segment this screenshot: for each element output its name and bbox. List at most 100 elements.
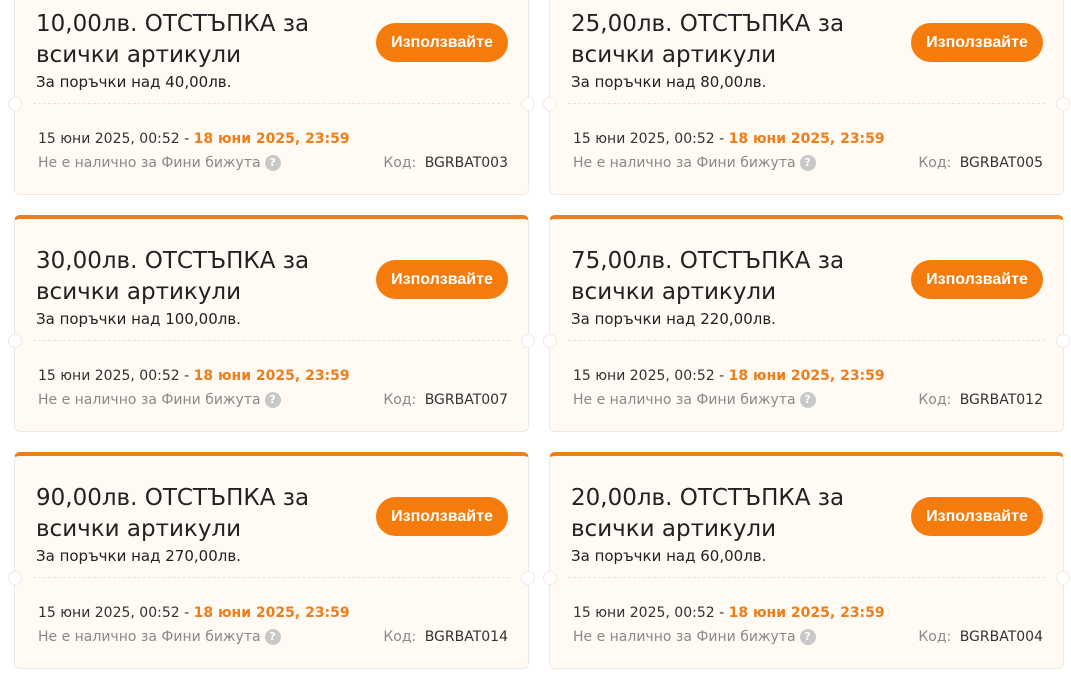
date-end: 18 юни 2025, 23:59: [193, 605, 350, 621]
use-coupon-button[interactable]: Използвайте: [376, 260, 508, 299]
use-coupon-button[interactable]: Използвайте: [911, 260, 1043, 299]
coupon-header: 75,00лв. ОТСТЪПКА за всички артикули За …: [571, 246, 891, 329]
restriction-text: Не е налично за Фини бижута: [38, 155, 261, 171]
coupon-condition: За поръчки над 100,00лв.: [36, 310, 241, 328]
dashed-divider: [33, 103, 510, 104]
code-value: BGRBAT004: [959, 629, 1043, 645]
coupon-title: 10,00лв. ОТСТЪПКА за всички артикули: [36, 11, 310, 68]
coupon-title: 20,00лв. ОТСТЪПКА за всички артикули: [571, 485, 845, 542]
use-coupon-button[interactable]: Използвайте: [911, 23, 1043, 62]
restriction-note: Не е налично за Фини бижута ?: [38, 628, 281, 646]
validity-period: 15 юни 2025, 00:52 - 18 юни 2025, 23:59: [38, 367, 350, 385]
question-mark-icon[interactable]: ?: [264, 629, 281, 645]
date-start: 15 юни 2025, 00:52 -: [38, 605, 190, 621]
use-coupon-button[interactable]: Използвайте: [911, 497, 1043, 536]
dashed-divider: [568, 340, 1045, 341]
ticket-notch: [543, 97, 557, 111]
coupon-card: 10,00лв. ОТСТЪПКА за всички артикули За …: [8, 0, 535, 195]
coupon-header: 25,00лв. ОТСТЪПКА за всички артикули За …: [571, 9, 891, 92]
ticket-notch: [8, 571, 22, 585]
coupon-card: 90,00лв. ОТСТЪПКА за всички артикули За …: [8, 452, 535, 669]
validity-period: 15 юни 2025, 00:52 - 18 юни 2025, 23:59: [573, 130, 885, 148]
coupon-code: Код: BGRBAT005: [918, 154, 1043, 172]
coupon-condition: За поръчки над 60,00лв.: [571, 547, 767, 565]
coupon-title: 30,00лв. ОТСТЪПКА за всички артикули: [36, 248, 310, 305]
code-label: Код:: [383, 629, 417, 645]
restriction-text: Не е налично за Фини бижута: [573, 629, 796, 645]
use-coupon-button[interactable]: Използвайте: [376, 497, 508, 536]
ticket-notch: [521, 97, 535, 111]
coupon-title: 90,00лв. ОТСТЪПКА за всички артикули: [36, 485, 310, 542]
ticket-notch: [1056, 334, 1070, 348]
restriction-text: Не е налично за Фини бижута: [573, 155, 796, 171]
restriction-note: Не е налично за Фини бижута ?: [573, 391, 816, 409]
coupon-code: Код: BGRBAT003: [383, 154, 508, 172]
date-end: 18 юни 2025, 23:59: [728, 368, 885, 384]
use-coupon-button[interactable]: Използвайте: [376, 23, 508, 62]
question-mark-icon[interactable]: ?: [264, 155, 281, 171]
coupon-code: Код: BGRBAT014: [383, 628, 508, 646]
coupon-card: 30,00лв. ОТСТЪПКА за всички артикули За …: [8, 215, 535, 432]
code-label: Код:: [918, 155, 952, 171]
question-mark-icon[interactable]: ?: [799, 392, 816, 408]
validity-period: 15 юни 2025, 00:52 - 18 юни 2025, 23:59: [38, 604, 350, 622]
coupon-card: 75,00лв. ОТСТЪПКА за всички артикули За …: [543, 215, 1070, 432]
ticket-notch: [8, 97, 22, 111]
coupon-code: Код: BGRBAT004: [918, 628, 1043, 646]
ticket-notch: [543, 334, 557, 348]
date-end: 18 юни 2025, 23:59: [193, 368, 350, 384]
code-label: Код:: [918, 392, 952, 408]
coupon-card: 20,00лв. ОТСТЪПКА за всички артикули За …: [543, 452, 1070, 669]
date-start: 15 юни 2025, 00:52 -: [573, 368, 725, 384]
coupon-grid: 10,00лв. ОТСТЪПКА за всички артикули За …: [0, 0, 1071, 669]
code-value: BGRBAT007: [424, 392, 508, 408]
validity-period: 15 юни 2025, 00:52 - 18 юни 2025, 23:59: [38, 130, 350, 148]
coupon-header: 10,00лв. ОТСТЪПКА за всички артикули За …: [36, 9, 356, 92]
ticket-notch: [1056, 97, 1070, 111]
dashed-divider: [33, 340, 510, 341]
question-mark-icon[interactable]: ?: [264, 392, 281, 408]
dashed-divider: [33, 577, 510, 578]
coupon-header: 90,00лв. ОТСТЪПКА за всички артикули За …: [36, 483, 356, 566]
coupon-code: Код: BGRBAT007: [383, 391, 508, 409]
coupon-header: 20,00лв. ОТСТЪПКА за всички артикули За …: [571, 483, 891, 566]
date-start: 15 юни 2025, 00:52 -: [573, 605, 725, 621]
date-start: 15 юни 2025, 00:52 -: [38, 368, 190, 384]
coupon-card: 25,00лв. ОТСТЪПКА за всички артикули За …: [543, 0, 1070, 195]
restriction-note: Не е налично за Фини бижута ?: [38, 154, 281, 172]
ticket-notch: [8, 334, 22, 348]
code-value: BGRBAT012: [959, 392, 1043, 408]
restriction-note: Не е налично за Фини бижута ?: [573, 154, 816, 172]
ticket-notch: [521, 334, 535, 348]
question-mark-icon[interactable]: ?: [799, 629, 816, 645]
restriction-text: Не е налично за Фини бижута: [573, 392, 796, 408]
coupon-condition: За поръчки над 270,00лв.: [36, 547, 241, 565]
restriction-text: Не е налично за Фини бижута: [38, 629, 261, 645]
ticket-notch: [521, 571, 535, 585]
date-start: 15 юни 2025, 00:52 -: [573, 131, 725, 147]
code-value: BGRBAT003: [424, 155, 508, 171]
code-value: BGRBAT005: [959, 155, 1043, 171]
ticket-notch: [1056, 571, 1070, 585]
restriction-note: Не е налично за Фини бижута ?: [38, 391, 281, 409]
date-end: 18 юни 2025, 23:59: [728, 131, 885, 147]
coupon-condition: За поръчки над 220,00лв.: [571, 310, 776, 328]
restriction-note: Не е налично за Фини бижута ?: [573, 628, 816, 646]
coupon-title: 75,00лв. ОТСТЪПКА за всички артикули: [571, 248, 845, 305]
date-end: 18 юни 2025, 23:59: [728, 605, 885, 621]
validity-period: 15 юни 2025, 00:52 - 18 юни 2025, 23:59: [573, 604, 885, 622]
validity-period: 15 юни 2025, 00:52 - 18 юни 2025, 23:59: [573, 367, 885, 385]
date-start: 15 юни 2025, 00:52 -: [38, 131, 190, 147]
coupon-condition: За поръчки над 40,00лв.: [36, 73, 232, 91]
dashed-divider: [568, 577, 1045, 578]
code-label: Код:: [918, 629, 952, 645]
coupon-condition: За поръчки над 80,00лв.: [571, 73, 767, 91]
code-value: BGRBAT014: [424, 629, 508, 645]
coupon-header: 30,00лв. ОТСТЪПКА за всички артикули За …: [36, 246, 356, 329]
coupon-code: Код: BGRBAT012: [918, 391, 1043, 409]
coupon-title: 25,00лв. ОТСТЪПКА за всички артикули: [571, 11, 845, 68]
ticket-notch: [543, 571, 557, 585]
restriction-text: Не е налично за Фини бижута: [38, 392, 261, 408]
question-mark-icon[interactable]: ?: [799, 155, 816, 171]
code-label: Код:: [383, 155, 417, 171]
